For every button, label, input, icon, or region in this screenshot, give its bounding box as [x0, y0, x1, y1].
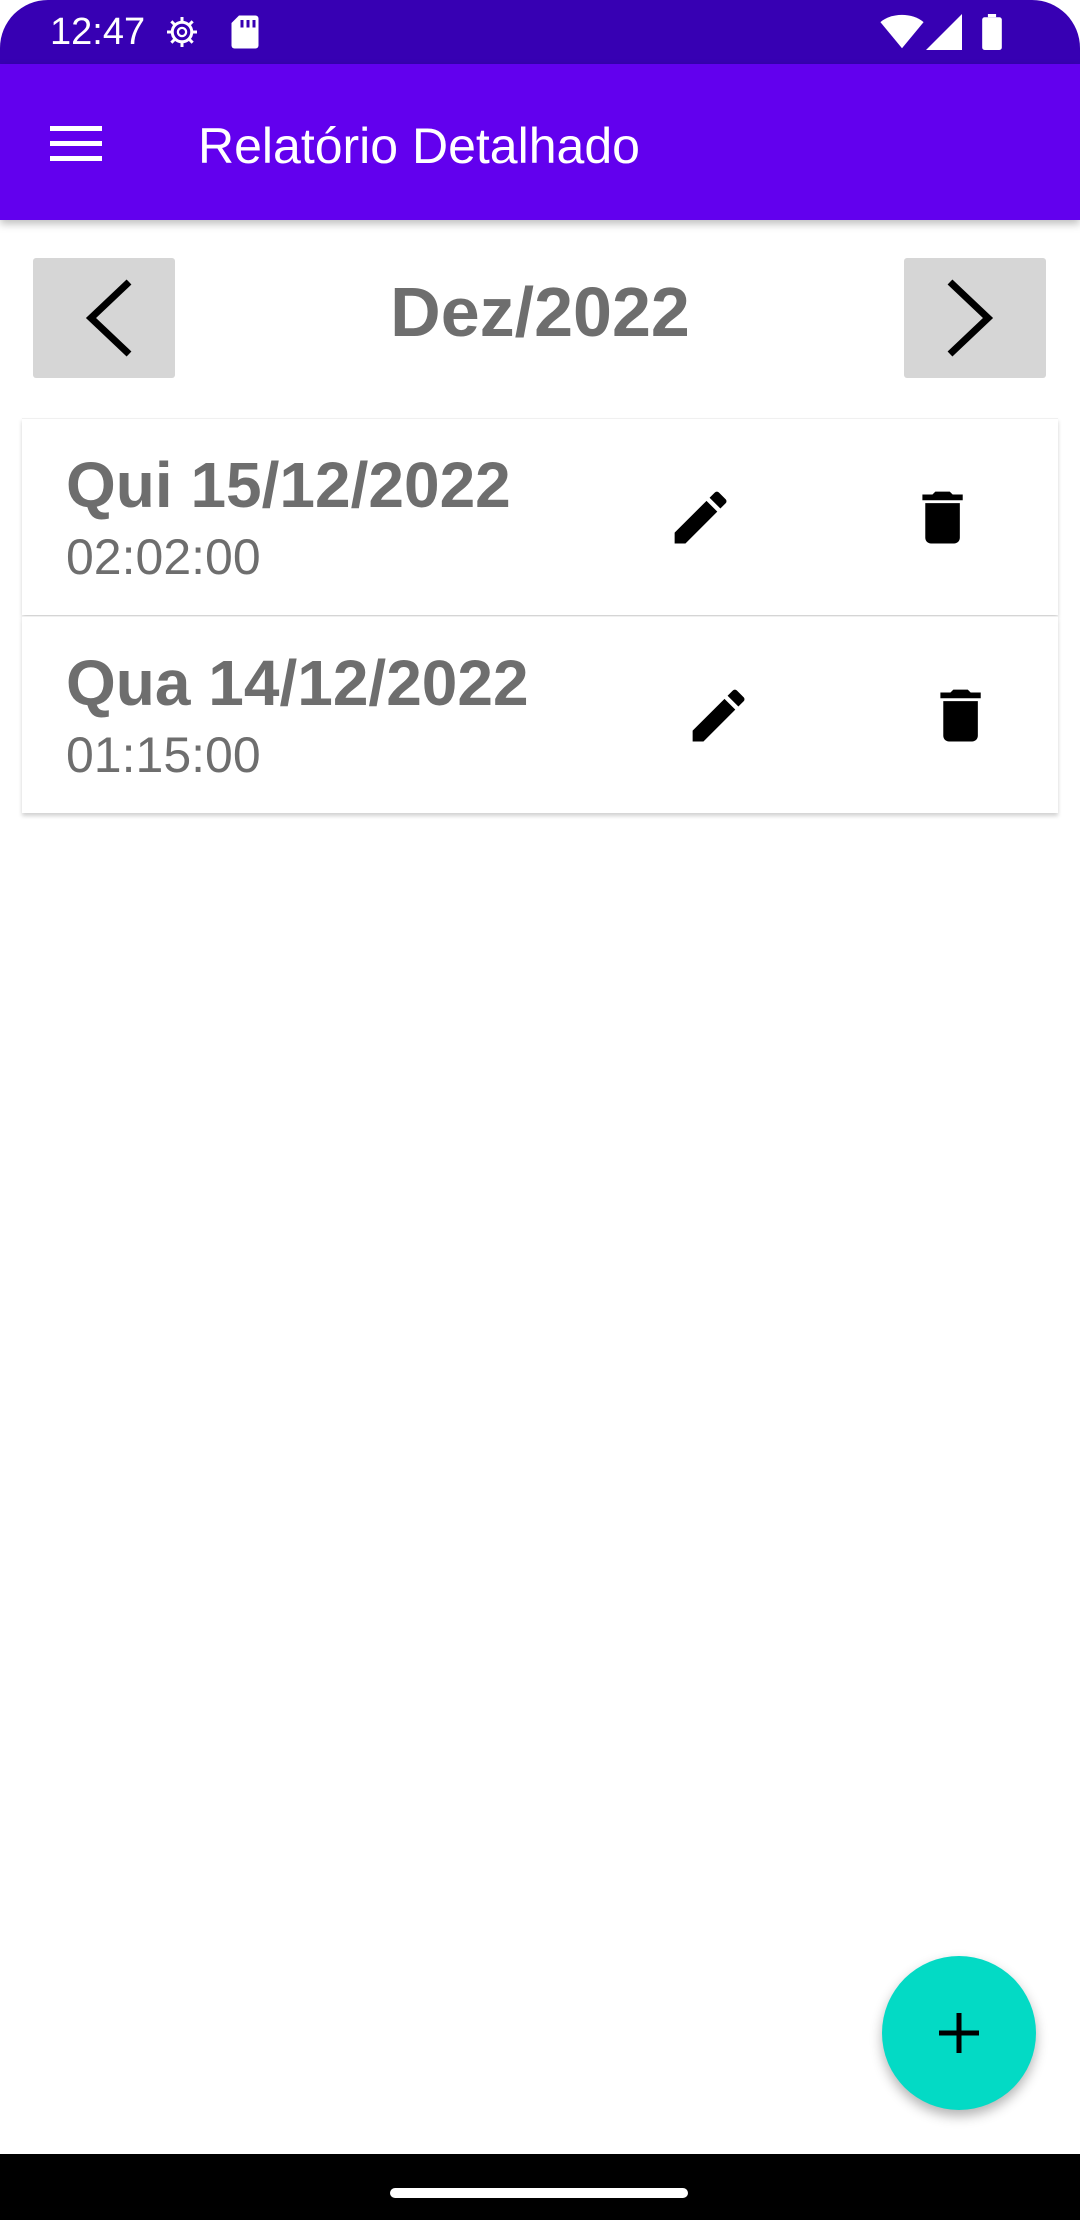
sd-card-icon — [231, 15, 259, 49]
add-entry-button[interactable] — [882, 1956, 1036, 2110]
list-item[interactable]: Qua 14/12/2022 01:15:00 — [22, 616, 1058, 813]
settings-gear-icon — [167, 17, 197, 47]
menu-button[interactable] — [36, 104, 116, 184]
entry-date: Qua 14/12/2022 — [66, 647, 529, 719]
previous-month-button[interactable] — [33, 258, 175, 378]
gesture-navigation-bar — [0, 2154, 1080, 2220]
delete-button[interactable] — [894, 469, 990, 565]
cell-signal-icon — [926, 14, 962, 50]
app-bar: Relatório Detalhado — [0, 64, 1080, 220]
trash-icon — [922, 491, 963, 544]
list-item[interactable]: Qui 15/12/2022 02:02:00 — [22, 418, 1058, 615]
delete-button[interactable] — [912, 667, 1008, 763]
chevron-right-icon — [947, 279, 994, 357]
page-title: Relatório Detalhado — [198, 118, 640, 174]
trash-icon — [940, 689, 981, 742]
plus-icon — [939, 2013, 979, 2053]
pencil-icon — [674, 491, 727, 544]
entry-duration: 01:15:00 — [66, 727, 261, 783]
screen: 12:47 Relatório Detalhado Dez/2022 Qui 1… — [0, 0, 1080, 2220]
pencil-icon — [692, 689, 745, 742]
entry-date: Qui 15/12/2022 — [66, 449, 511, 521]
home-gesture-handle[interactable] — [390, 2188, 688, 2198]
edit-button[interactable] — [652, 469, 748, 565]
edit-button[interactable] — [670, 667, 766, 763]
chevron-left-icon — [85, 279, 132, 357]
entry-duration: 02:02:00 — [66, 529, 261, 585]
battery-icon — [982, 14, 1002, 50]
wifi-icon — [880, 14, 924, 49]
status-time: 12:47 — [50, 11, 146, 53]
month-label: Dez/2022 — [390, 273, 690, 351]
next-month-button[interactable] — [904, 258, 1046, 378]
status-bar: 12:47 — [0, 0, 1080, 64]
hamburger-menu-icon — [50, 126, 102, 161]
